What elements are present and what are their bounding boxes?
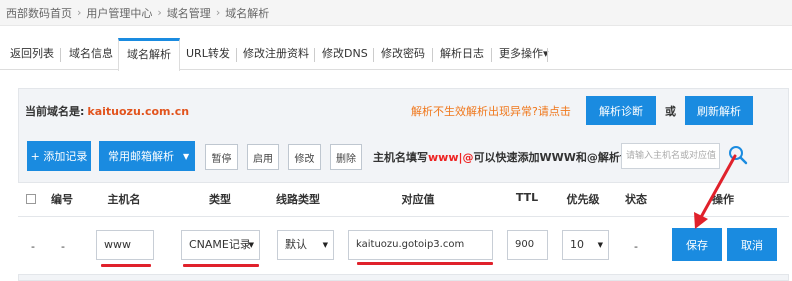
annotation-arrow-icon [694,154,737,229]
